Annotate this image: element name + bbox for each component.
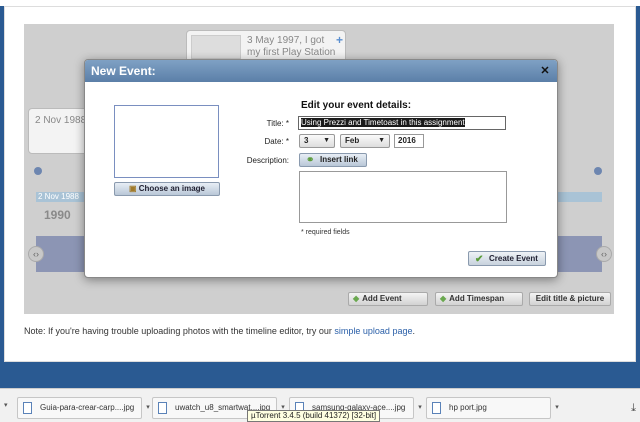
download-filename: Guia-para-crear-carp....jpg [40, 403, 135, 412]
chevron-down-icon[interactable]: ▾ [552, 398, 562, 418]
plus-icon[interactable]: + [336, 33, 343, 47]
chevron-down-icon: ▼ [378, 137, 385, 144]
choose-image-button[interactable]: ▣ Choose an image [114, 182, 220, 196]
add-timespan-button[interactable]: ◆ Add Timespan [435, 292, 523, 306]
download-filename: hp port.jpg [449, 403, 487, 412]
event-dot[interactable] [34, 167, 42, 175]
day-value: 3 [304, 136, 309, 145]
title-value: Using Prezzi and Timetoast in this assig… [301, 118, 465, 127]
event-dot[interactable] [594, 167, 602, 175]
event-bubble-text: 2 Nov 1988 [35, 115, 87, 126]
event-bubble-text: 3 May 1997, I got my first Play Station [247, 35, 336, 58]
link-icon: ⚭ [306, 155, 315, 166]
plus-icon: ◆ [440, 294, 447, 303]
tooltip: µTorrent 3.4.5 (build 41372) [32-bit] [247, 410, 381, 422]
title-input[interactable]: Using Prezzi and Timetoast in this assig… [298, 116, 506, 130]
download-item[interactable]: Guia-para-crear-carp....jpg ▾ [17, 397, 150, 419]
plus-icon: ◆ [353, 294, 360, 303]
edit-title-button[interactable]: Edit title & picture [529, 292, 611, 306]
scroll-right-icon[interactable]: ‹› [596, 246, 612, 262]
choose-image-label: Choose an image [138, 184, 206, 193]
title-label: Title: * [266, 119, 289, 128]
new-event-dialog: New Event: ✕ ▣ Choose an image Edit your… [84, 59, 558, 278]
edit-title-label: Edit title & picture [535, 294, 605, 303]
edit-details-heading: Edit your event details: [301, 100, 412, 111]
description-label: Description: [246, 156, 289, 165]
simple-upload-link[interactable]: simple upload page [334, 326, 412, 336]
year-label: 1990 [44, 208, 71, 222]
required-note: * required fields [301, 229, 350, 236]
day-select[interactable]: 3 ▼ [299, 134, 335, 148]
date-label: Date: * [264, 137, 289, 146]
upload-note: Note: If you're having trouble uploading… [24, 326, 415, 336]
checkmark-icon: ✔ [475, 254, 484, 265]
scroll-left-icon[interactable]: ‹› [28, 246, 44, 262]
month-select[interactable]: Feb ▼ [340, 134, 390, 148]
image-preview [114, 105, 219, 178]
file-icon [432, 402, 441, 414]
insert-link-label: Insert link [320, 155, 358, 164]
download-item[interactable]: hp port.jpg ▾ [426, 397, 559, 419]
add-event-button[interactable]: ◆ Add Event [348, 292, 428, 306]
image-icon: ▣ [128, 184, 139, 193]
description-textarea[interactable] [299, 171, 507, 223]
add-timespan-label: Add Timespan [449, 294, 505, 303]
file-icon [23, 402, 32, 414]
close-icon[interactable]: ✕ [539, 65, 551, 77]
create-event-button[interactable]: ✔ Create Event [468, 251, 546, 266]
event-thumbnail [191, 35, 241, 59]
note-suffix: . [412, 326, 415, 336]
insert-link-button[interactable]: ⚭ Insert link [299, 153, 367, 167]
file-icon [158, 402, 167, 414]
year-input[interactable]: 2016 [394, 134, 424, 148]
chevron-down-icon: ▼ [323, 137, 330, 144]
create-event-label: Create Event [489, 254, 538, 263]
add-event-label: Add Event [362, 294, 402, 303]
month-value: Feb [345, 136, 360, 145]
dialog-title: New Event: [85, 60, 557, 82]
chevron-down-icon[interactable]: ▾ [415, 398, 425, 418]
download-icon[interactable]: ⤓ [631, 402, 636, 415]
note-text: Note: If you're having trouble uploading… [24, 326, 335, 336]
event-bubble-1988[interactable]: 2 Nov 1988 [28, 108, 90, 154]
chevron-down-icon[interactable]: ▾ [4, 401, 8, 409]
band-label: 2 Nov 1988 [38, 192, 79, 201]
